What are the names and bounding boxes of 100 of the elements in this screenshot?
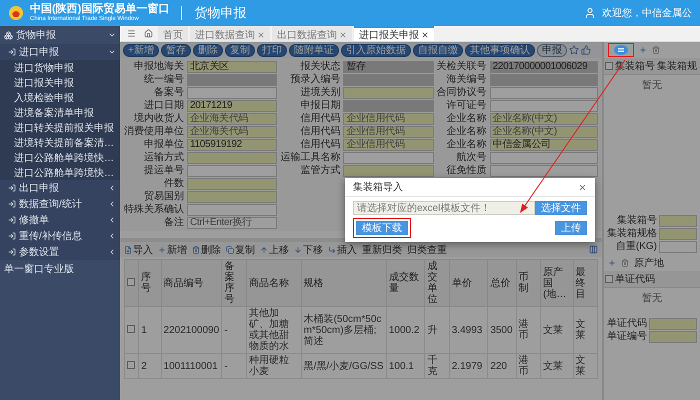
sidebar-item[interactable]: 重传/补传信息 bbox=[0, 228, 120, 244]
checkbox[interactable] bbox=[127, 278, 135, 286]
input-field[interactable] bbox=[659, 241, 697, 253]
choose-file-button[interactable]: 选择文件 bbox=[535, 201, 587, 215]
checkbox[interactable] bbox=[605, 275, 613, 283]
toolbar-button[interactable]: 引入原始数据 bbox=[340, 44, 411, 56]
field-label: 企业名称 bbox=[446, 113, 487, 125]
columns-icon bbox=[589, 245, 598, 254]
tab[interactable]: 进口数据查询 bbox=[190, 26, 270, 41]
input-field[interactable]: 企业信用代码 bbox=[343, 139, 434, 151]
input-field[interactable]: 220170000001006029 bbox=[490, 61, 598, 73]
close-icon[interactable] bbox=[578, 182, 587, 192]
input-field[interactable] bbox=[187, 74, 278, 86]
checkbox[interactable] bbox=[127, 360, 135, 368]
field-label: 预录入编号 bbox=[289, 74, 340, 86]
plus-icon bbox=[639, 46, 647, 54]
tab[interactable]: 出口数据查询 bbox=[272, 26, 352, 41]
input-field[interactable] bbox=[343, 165, 434, 177]
sidebar-item[interactable]: 进口公路舱单跨境快… bbox=[0, 150, 120, 165]
import-icon bbox=[124, 246, 132, 254]
sidebar-item[interactable]: 入境检验申报 bbox=[0, 90, 120, 105]
input-field[interactable] bbox=[490, 100, 598, 112]
input-field[interactable] bbox=[187, 178, 278, 190]
sidebar-item[interactable]: 参数设置 bbox=[0, 244, 120, 260]
toolbar-button[interactable]: 自报自缴 bbox=[412, 44, 463, 56]
checkbox[interactable] bbox=[605, 62, 613, 70]
sidebar-item[interactable]: 单一窗口专业版 bbox=[0, 260, 120, 278]
module-title: 货物申报 bbox=[194, 4, 246, 22]
input-field[interactable] bbox=[649, 318, 697, 330]
field-label: 监管方式 bbox=[299, 165, 340, 177]
column-header: 序号 bbox=[138, 260, 162, 306]
toolbar-button[interactable]: 归类查重 bbox=[407, 242, 447, 256]
tab[interactable]: 首页 bbox=[158, 26, 188, 41]
boxes-icon bbox=[4, 30, 13, 40]
sidebar-item[interactable]: 修撤单 bbox=[0, 212, 120, 228]
input-field[interactable] bbox=[490, 165, 598, 177]
file-field[interactable]: 请选择对应的excel模板文件！ bbox=[353, 201, 535, 215]
sidebar-item[interactable]: 货物申报 bbox=[0, 26, 120, 44]
toolbar-button[interactable]: 删除 bbox=[192, 44, 223, 56]
input-field[interactable] bbox=[187, 152, 278, 164]
checkbox[interactable] bbox=[127, 324, 135, 332]
toolbar-button[interactable]: 导入 bbox=[124, 242, 153, 256]
toolbar-button[interactable]: 复制 bbox=[224, 44, 255, 56]
input-field[interactable]: 企业海关代码 bbox=[187, 113, 278, 125]
input-field[interactable]: Ctrl+Enter换行 bbox=[187, 217, 278, 229]
toolbar-button[interactable]: 插入 bbox=[328, 242, 357, 256]
input-field[interactable] bbox=[187, 165, 278, 177]
input-field[interactable]: 1105919192 bbox=[187, 139, 278, 151]
table-cell: 1 bbox=[138, 306, 162, 354]
input-field[interactable] bbox=[187, 191, 278, 203]
toolbar-button[interactable]: 其他事项确认 bbox=[464, 44, 535, 56]
sidebar-item[interactable]: 进境备案清单申报 bbox=[0, 105, 120, 120]
close-icon[interactable] bbox=[421, 30, 429, 38]
input-field[interactable] bbox=[659, 228, 697, 240]
toolbar-button[interactable]: 新增 bbox=[158, 242, 187, 256]
sidebar-item[interactable]: 进口申报 bbox=[0, 44, 120, 60]
toolbar-button[interactable]: +新增 bbox=[123, 44, 159, 56]
sidebar-item[interactable]: 进口转关提前报关申报 bbox=[0, 120, 120, 135]
input-field[interactable] bbox=[649, 331, 697, 343]
input-field[interactable] bbox=[490, 74, 598, 86]
sidebar-item[interactable]: 出口申报 bbox=[0, 180, 120, 196]
input-field[interactable] bbox=[490, 152, 598, 164]
toolbar-button[interactable]: 暂存 bbox=[160, 44, 191, 56]
tab[interactable]: 进口报关申报 bbox=[354, 26, 434, 41]
sidebar-item[interactable]: 进口货物申报 bbox=[0, 60, 120, 75]
toolbar-button[interactable]: 删除 bbox=[192, 242, 221, 256]
input-field[interactable] bbox=[187, 87, 278, 99]
sidebar-item[interactable]: 进口报关申报 bbox=[0, 75, 120, 90]
toolbar-button[interactable]: 随附单证 bbox=[288, 44, 339, 56]
toolbar-button[interactable]: 复制 bbox=[226, 242, 255, 256]
sidebar-item[interactable]: 数据查询/统计 bbox=[0, 196, 120, 212]
toolbar-button[interactable]: 上移 bbox=[260, 242, 289, 256]
input-field[interactable] bbox=[343, 74, 434, 86]
table-cell: 文莱 bbox=[540, 354, 574, 378]
toolbar-button[interactable]: 下移 bbox=[294, 242, 323, 256]
input-field[interactable] bbox=[187, 204, 278, 216]
sidebar-item[interactable]: 进口公路舱单跨境快… bbox=[0, 165, 120, 180]
sidebar-item[interactable]: 进境转关提前备案清… bbox=[0, 135, 120, 150]
toolbar-button[interactable]: 重新归类 bbox=[362, 242, 402, 256]
input-field[interactable]: 企业信用代码 bbox=[343, 113, 434, 125]
input-field[interactable]: 企业信用代码 bbox=[343, 126, 434, 138]
input-field[interactable]: 中信金属公司 bbox=[490, 139, 598, 151]
input-field[interactable] bbox=[343, 87, 434, 99]
input-field[interactable]: 20171219 bbox=[187, 100, 278, 112]
star-icon bbox=[568, 45, 579, 55]
input-field[interactable]: 企业名称(中文) bbox=[490, 126, 598, 138]
arrow-up-icon bbox=[260, 246, 268, 254]
input-field[interactable]: 暂存 bbox=[343, 61, 434, 73]
input-field[interactable]: 北京关区 bbox=[187, 61, 278, 73]
input-field[interactable] bbox=[343, 152, 434, 164]
input-field[interactable] bbox=[490, 87, 598, 99]
template-download-button[interactable]: 模板下载 bbox=[356, 221, 408, 235]
input-field[interactable] bbox=[659, 215, 697, 227]
input-field[interactable] bbox=[343, 100, 434, 112]
input-field[interactable]: 企业名称(中文) bbox=[490, 113, 598, 125]
list-button-icon[interactable] bbox=[614, 45, 628, 55]
upload-button[interactable]: 上传 bbox=[555, 221, 587, 235]
toolbar-button[interactable]: 打印 bbox=[256, 44, 287, 56]
input-field[interactable]: 企业海关代码 bbox=[187, 126, 278, 138]
field-label: 特殊关系确认 bbox=[124, 204, 184, 216]
